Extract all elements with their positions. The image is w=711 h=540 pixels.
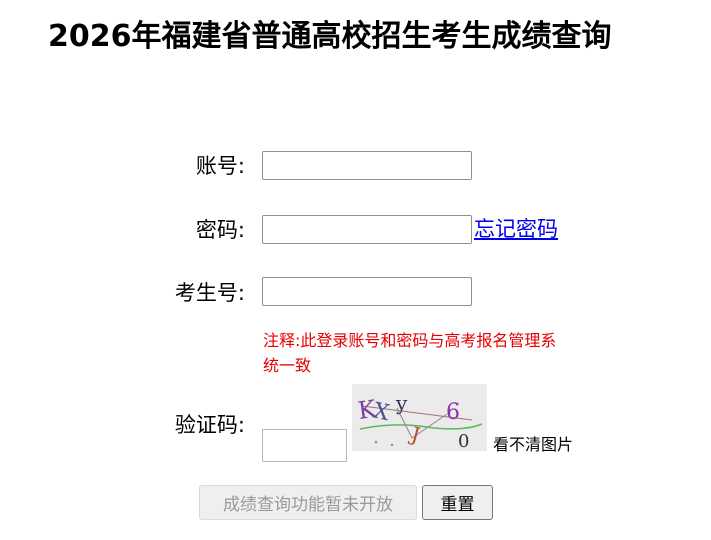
exam-number-input[interactable] bbox=[262, 277, 472, 306]
captcha-glyph: 6 bbox=[446, 400, 460, 425]
captcha-glyph: y bbox=[395, 391, 408, 415]
account-label: 账号: bbox=[195, 154, 245, 178]
captcha-input[interactable] bbox=[262, 429, 347, 462]
account-input[interactable] bbox=[262, 151, 472, 180]
password-label: 密码: bbox=[195, 218, 245, 242]
reset-button[interactable]: 重置 bbox=[422, 485, 493, 520]
captcha-label: 验证码: bbox=[174, 413, 245, 437]
captcha-glyph: 0 bbox=[458, 431, 469, 451]
exam-number-label: 考生号: bbox=[174, 281, 245, 305]
page-title: 2026年福建省普通高校招生考生成绩查询 bbox=[48, 19, 612, 54]
login-note: 注释:此登录账号和密码与高考报名管理系统一致 bbox=[263, 331, 557, 375]
query-button[interactable]: 成绩查询功能暂未开放 bbox=[199, 485, 417, 520]
password-input[interactable] bbox=[262, 215, 472, 244]
forgot-password-link[interactable]: 忘记密码 bbox=[474, 214, 558, 244]
captcha-refresh-link[interactable]: 看不清图片 bbox=[493, 432, 573, 458]
captcha-image[interactable]: K X y 6 J 0 bbox=[352, 384, 487, 451]
